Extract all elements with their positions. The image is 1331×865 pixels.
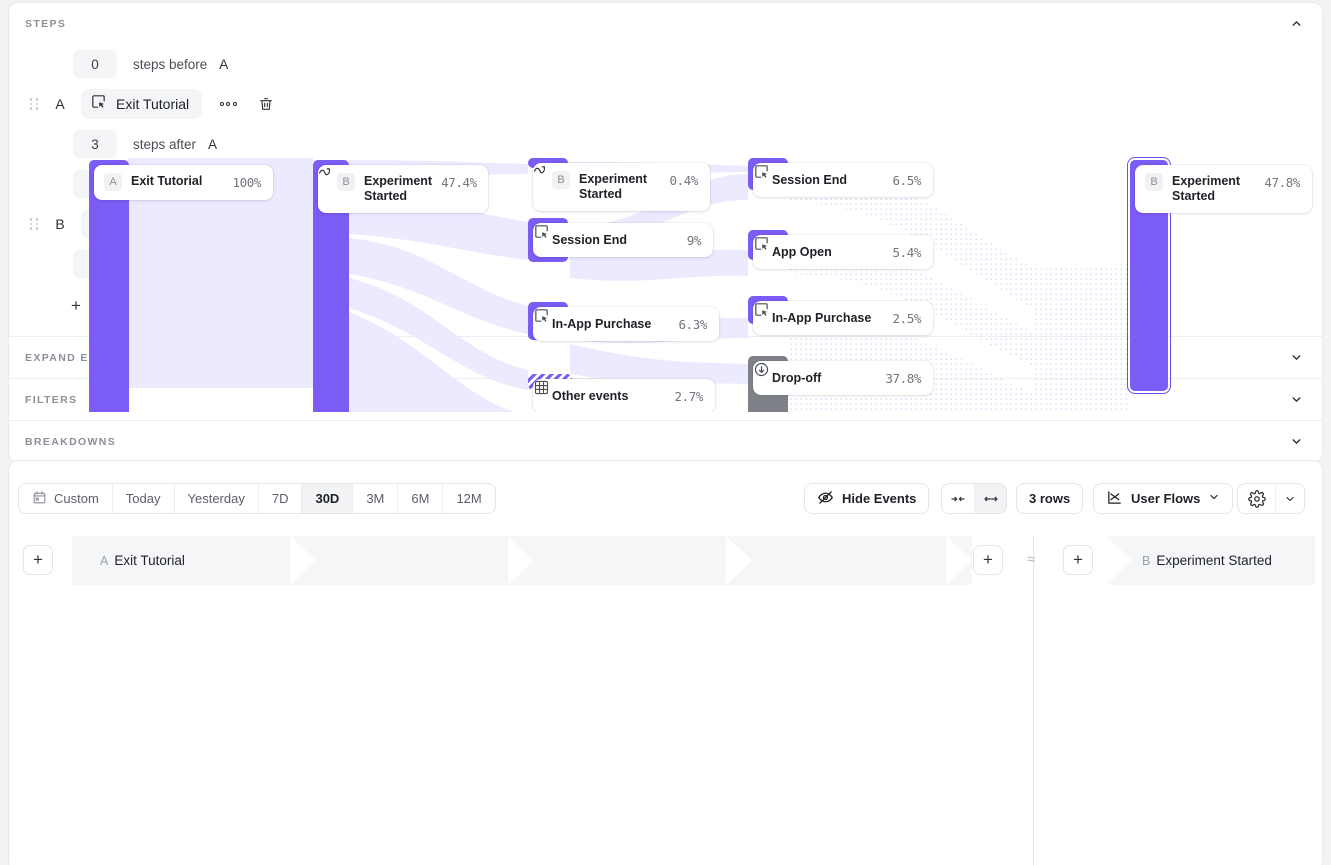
event-chip-exit-tutorial[interactable]: Exit Tutorial bbox=[81, 89, 202, 119]
breakdowns-section-header[interactable]: BREAKDOWNS bbox=[9, 421, 1322, 462]
flow-node-app-open-c3[interactable]: App Open 5.4% bbox=[753, 235, 933, 269]
flow-node-label: Experiment Started bbox=[1172, 174, 1255, 204]
add-step-left-button[interactable]: + bbox=[23, 545, 53, 575]
flow-node-percent: 47.4% bbox=[441, 174, 477, 190]
date-range-today[interactable]: Today bbox=[112, 484, 174, 513]
flow-node-experiment-started-c1[interactable]: B Experiment Started 47.4% bbox=[318, 165, 488, 213]
date-range-yesterday[interactable]: Yesterday bbox=[174, 484, 258, 513]
flow-node-exit-tutorial[interactable]: A Exit Tutorial 100% bbox=[94, 165, 273, 200]
user-flows-chart-panel bbox=[8, 460, 1323, 865]
flow-node-percent: 47.8% bbox=[1264, 174, 1300, 190]
view-type-label: User Flows bbox=[1131, 491, 1200, 506]
flow-node-percent: 2.7% bbox=[674, 388, 703, 404]
user-flows-icon bbox=[1106, 489, 1123, 509]
flow-node-label: Other events bbox=[552, 389, 665, 404]
flow-node-percent: 100% bbox=[232, 174, 261, 190]
date-range-custom-label: Custom bbox=[54, 491, 99, 506]
flow-segment-end-letter: B bbox=[1142, 554, 1150, 568]
add-step-middle-button[interactable]: + bbox=[973, 545, 1003, 575]
date-range-7d[interactable]: 7D bbox=[258, 484, 302, 513]
rows-label: 3 rows bbox=[1029, 491, 1070, 506]
chevron-up-icon[interactable] bbox=[1286, 14, 1306, 34]
flow-node-label: Experiment Started bbox=[579, 172, 660, 202]
add-step-right-button[interactable]: + bbox=[1063, 545, 1093, 575]
flow-node-label: App Open bbox=[772, 245, 883, 260]
flow-node-session-end-c3[interactable]: Session End 6.5% bbox=[753, 163, 933, 197]
date-range-12m[interactable]: 12M bbox=[442, 484, 494, 513]
calendar-icon bbox=[32, 490, 47, 508]
flow-node-percent: 9% bbox=[687, 232, 701, 248]
user-flows-page: STEPS 0 steps before A A bbox=[0, 0, 1331, 865]
flow-node-percent: 37.8% bbox=[885, 370, 921, 386]
step-badge: B bbox=[1145, 173, 1163, 191]
gear-icon[interactable] bbox=[1238, 484, 1275, 513]
breakdowns-section-title: BREAKDOWNS bbox=[25, 436, 116, 448]
flow-node-label: In-App Purchase bbox=[772, 311, 883, 326]
flow-node-drop-off-c3[interactable]: Drop-off 37.8% bbox=[753, 361, 933, 395]
settings-chevron-down-icon[interactable] bbox=[1275, 484, 1304, 513]
flow-node-in-app-purchase-c2[interactable]: In-App Purchase 6.3% bbox=[533, 307, 719, 341]
flow-node-label: Session End bbox=[772, 173, 883, 188]
step-badge: B bbox=[552, 171, 570, 189]
steps-before-a-tag: A bbox=[219, 57, 228, 72]
flow-node-percent: 6.3% bbox=[678, 316, 707, 332]
flow-node-percent: 6.5% bbox=[892, 172, 921, 188]
event-chip-label: Exit Tutorial bbox=[116, 96, 189, 112]
date-range-custom[interactable]: Custom bbox=[19, 484, 112, 513]
steps-before-a-input[interactable]: 0 bbox=[73, 50, 117, 78]
step-badge: A bbox=[104, 173, 122, 191]
drag-handle-icon[interactable] bbox=[25, 94, 43, 114]
settings-split-button bbox=[1237, 483, 1305, 514]
date-range-3m[interactable]: 3M bbox=[352, 484, 397, 513]
expand-horizontal-icon[interactable] bbox=[974, 484, 1006, 513]
flow-node-percent: 5.4% bbox=[892, 244, 921, 260]
flow-node-label: Session End bbox=[552, 233, 678, 248]
flow-node-percent: 0.4% bbox=[669, 172, 698, 188]
more-dots-icon[interactable] bbox=[216, 92, 240, 116]
flow-node-other-events-c2[interactable]: Other events 2.7% bbox=[533, 379, 715, 412]
step-badge: B bbox=[337, 173, 355, 191]
hide-events-label: Hide Events bbox=[842, 491, 916, 506]
flow-node-label: Drop-off bbox=[772, 371, 876, 386]
flow-segment-end[interactable]: B Experiment Started bbox=[1108, 536, 1315, 585]
flow-node-percent: 2.5% bbox=[892, 310, 921, 326]
hide-events-button[interactable]: Hide Events bbox=[804, 483, 929, 514]
flow-node-label: In-App Purchase bbox=[552, 317, 669, 332]
flow-segment-end-label: Experiment Started bbox=[1156, 553, 1272, 568]
flow-node-label: Exit Tutorial bbox=[131, 174, 223, 189]
step-event-row-a: A Exit Tutorial bbox=[9, 84, 1322, 124]
sankey-flow-canvas: A Exit Tutorial 100% B Experiment Starte… bbox=[0, 148, 1331, 412]
steps-before-a-label: steps before bbox=[133, 57, 207, 72]
flow-node-session-end-c2[interactable]: Session End 9% bbox=[533, 223, 713, 257]
flow-node-label: Experiment Started bbox=[364, 174, 432, 204]
flow-segment-start-label: Exit Tutorial bbox=[114, 553, 185, 568]
rows-selector-button[interactable]: 3 rows bbox=[1016, 483, 1083, 514]
view-type-dropdown[interactable]: User Flows bbox=[1093, 483, 1233, 514]
flow-node-experiment-started-c4[interactable]: B Experiment Started 47.8% bbox=[1135, 165, 1312, 213]
approximately-icon: ≈ bbox=[1027, 551, 1035, 568]
steps-section-header[interactable]: STEPS bbox=[9, 3, 1322, 44]
eye-off-icon bbox=[817, 489, 834, 509]
breakdowns-section: BREAKDOWNS bbox=[9, 420, 1322, 462]
step-count-row: 0 steps before A bbox=[9, 44, 1322, 84]
chevron-down-icon[interactable] bbox=[1286, 432, 1306, 452]
flow-node-in-app-purchase-c3[interactable]: In-App Purchase 2.5% bbox=[753, 301, 933, 335]
flow-segment-start-letter: A bbox=[100, 554, 108, 568]
date-range-selector: Custom Today Yesterday 7D 30D 3M 6M 12M bbox=[18, 483, 496, 514]
flow-node-experiment-started-c2[interactable]: B Experiment Started 0.4% bbox=[533, 163, 710, 211]
date-range-30d[interactable]: 30D bbox=[301, 484, 352, 513]
step-letter-a: A bbox=[47, 96, 73, 112]
trash-icon[interactable] bbox=[254, 92, 278, 116]
flow-section-divider bbox=[1033, 536, 1034, 865]
steps-section-title: STEPS bbox=[25, 18, 66, 30]
chevron-down-icon bbox=[1208, 491, 1220, 506]
date-range-6m[interactable]: 6M bbox=[397, 484, 442, 513]
collapse-horizontal-icon[interactable] bbox=[942, 484, 974, 513]
event-click-icon bbox=[90, 93, 107, 115]
spacing-toggle-group bbox=[941, 483, 1007, 514]
